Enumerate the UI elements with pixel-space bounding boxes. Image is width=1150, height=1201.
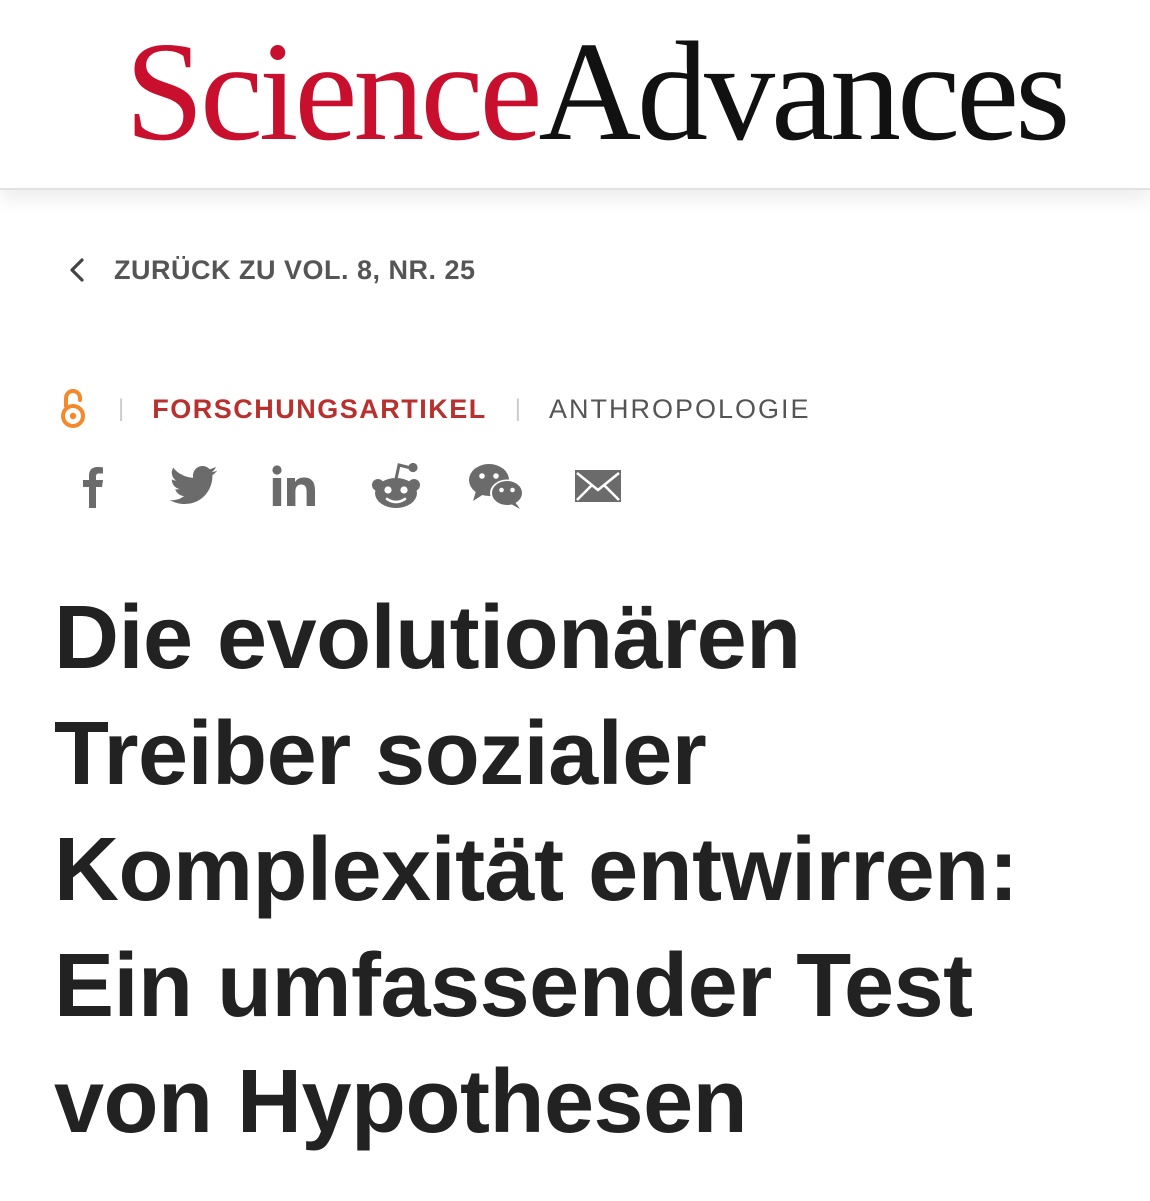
site-header: ScienceAdvances [0, 0, 1150, 190]
subject-link[interactable]: ANTHROPOLOGIE [549, 394, 811, 425]
wechat-share-button[interactable] [466, 455, 528, 517]
facebook-icon [78, 461, 108, 511]
article-title: Die evolutionären Treiber sozialer Kompl… [54, 588, 1019, 1152]
chevron-left-icon [62, 255, 92, 285]
open-access-icon [56, 387, 90, 431]
meta-separator: | [514, 395, 521, 422]
reddit-icon [369, 459, 423, 513]
linkedin-share-button[interactable] [264, 455, 326, 517]
email-icon [573, 468, 623, 504]
linkedin-icon [271, 464, 319, 508]
back-link-label: ZURÜCK ZU VOL. 8, NR. 25 [114, 254, 476, 285]
article-meta: | FORSCHUNGSARTIKEL | ANTHROPOLOGIE [56, 385, 811, 433]
science-advances-logo[interactable]: ScienceAdvances [125, 6, 1071, 176]
facebook-share-button[interactable] [62, 455, 124, 517]
meta-separator: | [118, 395, 125, 422]
wechat-icon [467, 461, 527, 511]
twitter-share-button[interactable] [163, 455, 225, 517]
share-bar [62, 455, 629, 517]
email-share-button[interactable] [567, 455, 629, 517]
article-type-link[interactable]: FORSCHUNGSARTIKEL [152, 394, 487, 425]
logo-advances-text: Advances [538, 12, 1071, 170]
twitter-icon [170, 466, 218, 506]
reddit-share-button[interactable] [365, 455, 427, 517]
logo-science-text: Science [125, 12, 543, 170]
back-to-issue-link[interactable]: ZURÜCK ZU VOL. 8, NR. 25 [62, 250, 476, 290]
